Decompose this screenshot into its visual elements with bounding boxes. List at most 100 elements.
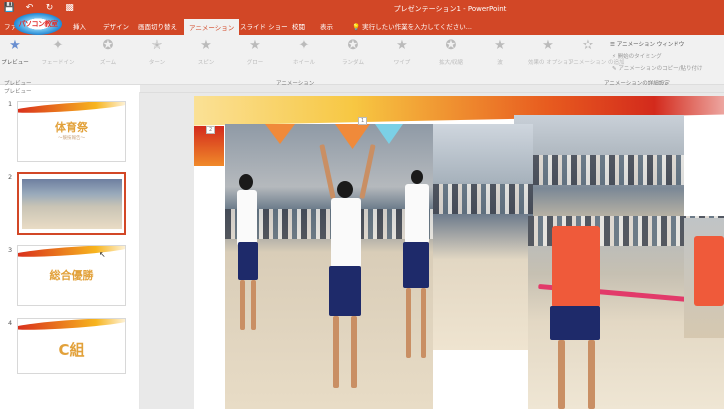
preview-star-icon: ★ bbox=[9, 38, 21, 53]
trigger-button[interactable]: ⚡ 開始のタイミング bbox=[612, 52, 662, 60]
slide-title: C組 bbox=[58, 341, 85, 359]
student-shorts bbox=[238, 242, 258, 280]
effect-wheel[interactable]: ✦ ホイール bbox=[284, 38, 324, 67]
bunting-flag bbox=[335, 124, 370, 149]
student-arm bbox=[319, 144, 336, 199]
student-leg bbox=[240, 280, 245, 330]
save-icon[interactable]: 💾 bbox=[4, 3, 15, 14]
star-icon: ★ bbox=[200, 38, 212, 53]
runner-leg bbox=[588, 340, 595, 409]
mouse-cursor-icon: ↖ bbox=[99, 250, 106, 259]
star-icon: ✪ bbox=[445, 38, 457, 53]
student-head bbox=[411, 170, 423, 184]
star-icon: ★ bbox=[249, 38, 261, 53]
redo-icon[interactable]: ↻ bbox=[44, 3, 55, 14]
slide-thumbnail-1[interactable]: 体育祭 〜競技報告〜 bbox=[17, 101, 126, 162]
bunting-flag bbox=[375, 124, 403, 144]
student-head bbox=[337, 181, 353, 198]
effect-grow[interactable]: ✪ 拡大/収縮 bbox=[431, 38, 471, 67]
student-leg bbox=[333, 316, 339, 388]
add-star-icon: ✫ bbox=[582, 38, 594, 53]
crowd bbox=[514, 155, 684, 185]
tab-insert[interactable]: 挿入 bbox=[73, 21, 86, 31]
ribbon-tabs: ファ 挿入 デザイン 画面切り替え アニメーション スライド ショー 校閲 表示… bbox=[0, 18, 724, 35]
slide-number: 3 bbox=[8, 246, 13, 254]
runner-shorts bbox=[550, 306, 600, 340]
star-icon: ✪ bbox=[347, 38, 359, 53]
bunting-flag bbox=[265, 124, 295, 144]
photo-tile[interactable] bbox=[433, 124, 533, 350]
star-icon: ✭ bbox=[151, 38, 163, 53]
effect-fade[interactable]: ✦ フェードイン bbox=[38, 38, 78, 67]
slide-swoosh bbox=[18, 246, 125, 260]
photo-tile[interactable] bbox=[684, 218, 724, 338]
student-leg bbox=[421, 288, 426, 358]
star-icon: ★ bbox=[396, 38, 408, 53]
pane-label: プレビュー bbox=[4, 89, 32, 95]
animation-painter-button[interactable]: ✎ アニメーションのコピー/貼り付け bbox=[612, 64, 703, 72]
title-bar: 💾 ↶ ↻ ▩ プレゼンテーション1 - PowerPoint bbox=[0, 0, 724, 18]
tab-animations[interactable]: アニメーション bbox=[184, 19, 240, 35]
slide-title: 体育祭 bbox=[55, 121, 88, 134]
star-icon: ✦ bbox=[52, 38, 64, 53]
student-shorts bbox=[329, 266, 361, 316]
logo-text: パソコン教室 bbox=[18, 20, 59, 28]
effect-zoom[interactable]: ✪ ズーム bbox=[88, 38, 128, 67]
effect-options-button[interactable]: ★ 効果の オプション bbox=[528, 38, 574, 67]
photo-tile-main[interactable] bbox=[225, 124, 433, 409]
preview-button[interactable]: ★ プレビュー bbox=[0, 38, 34, 67]
slide-number: 4 bbox=[8, 319, 13, 327]
tab-slideshow[interactable]: スライド ショー bbox=[240, 21, 288, 31]
ribbon: ★ プレビュー ✦ フェードイン ✪ ズーム ✭ ターン ★ スピン ★ グロー ✦ ホイー… bbox=[0, 35, 724, 87]
slide-title: 総合優勝 bbox=[49, 269, 94, 282]
slide-swoosh bbox=[18, 319, 125, 333]
tell-me-text: 実行したい作業を入力してください... bbox=[362, 23, 472, 31]
student-leg bbox=[251, 280, 256, 330]
slides-pane: 1 体育祭 〜競技報告〜 2 3 総合優勝 4 C組 bbox=[0, 92, 140, 409]
effect-spin[interactable]: ★ スピン bbox=[186, 38, 226, 67]
slide-thumbnail-3[interactable]: 総合優勝 bbox=[17, 245, 126, 306]
effect-wipe[interactable]: ★ ワイプ bbox=[382, 38, 422, 67]
student-arm bbox=[359, 144, 376, 199]
star-icon: ✪ bbox=[102, 38, 114, 53]
student-shirt bbox=[331, 198, 361, 268]
effect-random[interactable]: ✪ ランダム bbox=[333, 38, 373, 67]
slide-number: 2 bbox=[8, 173, 13, 181]
tell-me-box[interactable]: 💡 実行したい作業を入力してください... bbox=[352, 21, 472, 31]
tab-transitions[interactable]: 画面切り替え bbox=[138, 21, 177, 31]
slide-photo bbox=[22, 179, 122, 229]
add-animation-button[interactable]: ✫ アニメーション の追加 bbox=[568, 38, 625, 67]
runner-leg bbox=[558, 340, 565, 409]
slide-thumbnail-2[interactable] bbox=[17, 172, 126, 235]
effect-glow[interactable]: ★ グロー bbox=[235, 38, 275, 67]
student-shirt bbox=[405, 184, 429, 244]
student-shorts bbox=[403, 242, 429, 288]
animation-pane-button[interactable]: ☰ アニメーション ウィンドウ bbox=[610, 40, 684, 48]
star-icon: ✦ bbox=[298, 38, 310, 53]
effect-wave[interactable]: ★ 波 bbox=[480, 39, 520, 67]
tab-view[interactable]: 表示 bbox=[320, 21, 333, 31]
crowd bbox=[433, 184, 533, 214]
animation-order-badge: 2 bbox=[206, 126, 216, 134]
photo-tile[interactable] bbox=[514, 115, 684, 220]
slide-subtitle: 〜競技報告〜 bbox=[58, 136, 85, 141]
present-icon[interactable]: ▩ bbox=[64, 3, 75, 14]
tab-design[interactable]: デザイン bbox=[103, 21, 129, 31]
star-icon: ★ bbox=[542, 38, 554, 53]
runner-vest bbox=[694, 236, 724, 306]
slide-thumbnail-4[interactable]: C組 bbox=[17, 318, 126, 374]
document-title: プレゼンテーション1 - PowerPoint bbox=[393, 5, 507, 13]
student-leg bbox=[406, 288, 411, 358]
divider bbox=[140, 92, 724, 93]
runner-vest bbox=[552, 226, 600, 308]
animation-order-badge: 1 bbox=[358, 117, 368, 125]
slide-swoosh bbox=[18, 102, 125, 116]
student-head bbox=[239, 174, 253, 190]
effect-turn[interactable]: ✭ ターン bbox=[137, 38, 177, 67]
student-shirt bbox=[237, 190, 257, 246]
group-preview: プレビュー bbox=[4, 81, 32, 87]
student-leg bbox=[351, 316, 357, 388]
tab-review[interactable]: 校閲 bbox=[292, 21, 305, 31]
slide-number: 1 bbox=[8, 100, 13, 108]
school-logo: パソコン教室 bbox=[14, 13, 62, 35]
